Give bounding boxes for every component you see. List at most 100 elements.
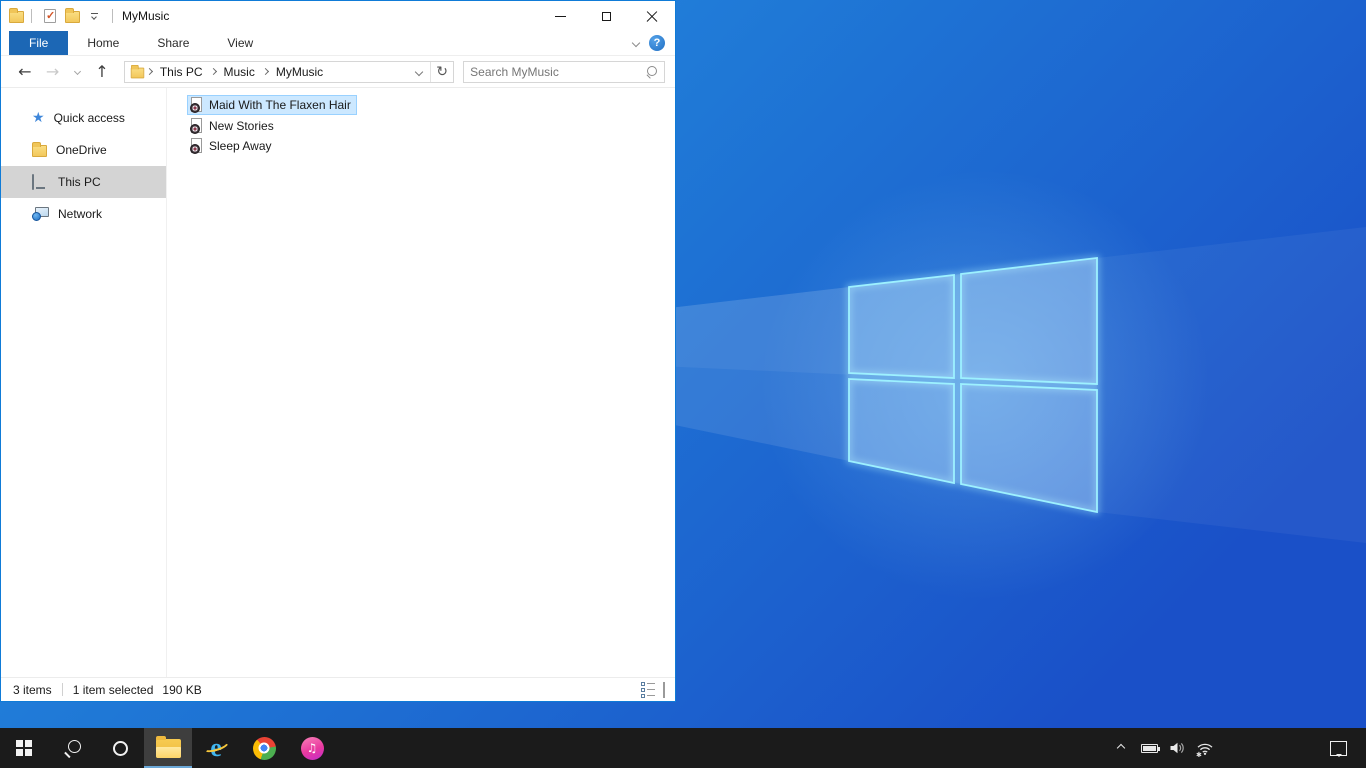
chevron-down-icon <box>73 67 81 76</box>
search-icon[interactable] <box>645 65 658 78</box>
onedrive-folder-icon <box>32 142 47 157</box>
up-button[interactable]: ↑ <box>88 59 116 85</box>
chevron-down-icon <box>414 67 424 76</box>
file-name: New Stories <box>209 118 274 133</box>
no-internet-indicator: ✱ <box>1196 752 1202 759</box>
taskbar-itunes-button[interactable]: ♫ <box>288 728 336 768</box>
close-icon <box>646 10 658 22</box>
volume-tray-button[interactable] <box>1166 728 1188 768</box>
ribbon-tab-bar: File Home Share View ? <box>1 31 675 56</box>
search-box <box>463 60 665 83</box>
properties-check-icon: ✓ <box>44 9 56 23</box>
cortana-button[interactable] <box>96 728 144 768</box>
address-bar[interactable]: This PC Music MyMusic ↻ <box>123 60 455 83</box>
sidebar-item-label: This PC <box>58 175 101 189</box>
qat-customize-dropdown[interactable] <box>83 4 105 28</box>
refresh-button[interactable]: ↻ <box>431 62 453 82</box>
address-dropdown-button[interactable] <box>408 62 430 82</box>
breadcrumb-chevron-icon[interactable] <box>261 67 270 76</box>
file-name: Maid With The Flaxen Hair <box>209 98 351 112</box>
file-name: Sleep Away <box>209 139 272 153</box>
show-hidden-icons-button[interactable] <box>1110 728 1132 768</box>
titlebar-separator <box>31 9 32 23</box>
back-button[interactable]: ← <box>11 59 39 85</box>
tab-home[interactable]: Home <box>68 31 138 55</box>
sidebar-item-network[interactable]: Network <box>1 198 166 230</box>
network-tray-button[interactable]: ✱ <box>1194 728 1216 768</box>
start-button[interactable] <box>0 728 48 768</box>
recent-locations-dropdown[interactable] <box>66 59 88 85</box>
details-view-icon <box>641 681 655 698</box>
system-tray: ✱ <box>1110 728 1216 768</box>
expand-ribbon-icon[interactable] <box>631 38 641 48</box>
minimize-button[interactable] <box>537 1 583 31</box>
titlebar-separator <box>112 9 113 23</box>
up-icon: ↑ <box>95 61 109 81</box>
taskbar-internet-explorer-button[interactable]: e <box>192 728 240 768</box>
sidebar-item-quick-access[interactable]: ★ Quick access <box>1 102 166 134</box>
battery-tray-button[interactable] <box>1138 728 1160 768</box>
windows-logo-icon <box>16 740 32 756</box>
this-pc-monitor-icon <box>32 174 49 190</box>
audio-file-icon <box>190 97 204 113</box>
network-globe-icon <box>32 207 49 221</box>
action-center-button[interactable] <box>1318 728 1358 768</box>
address-folder-icon <box>130 64 145 78</box>
selection-count: 1 item selected <box>72 682 154 697</box>
forward-button[interactable]: → <box>39 59 67 85</box>
new-folder-icon <box>64 8 80 23</box>
cortana-icon <box>112 740 128 756</box>
tab-share[interactable]: Share <box>138 31 208 55</box>
volume-icon <box>1170 742 1184 754</box>
taskbar: e ♫ ✱ <box>0 728 1366 768</box>
window-folder-icon <box>9 8 24 23</box>
file-explorer-icon <box>155 735 181 758</box>
large-icons-view-button[interactable] <box>663 681 665 698</box>
qat-properties-button[interactable]: ✓ <box>39 4 61 28</box>
action-center-icon <box>1329 740 1347 757</box>
selection-size: 190 KB <box>162 682 202 697</box>
sidebar-item-label: Quick access <box>53 111 125 125</box>
file-list[interactable]: Maid With The Flaxen Hair New Stories Sl… <box>167 88 675 677</box>
quick-access-star-icon: ★ <box>32 110 45 126</box>
maximize-button[interactable] <box>583 1 629 31</box>
itunes-icon: ♫ <box>300 736 324 760</box>
search-icon <box>64 739 81 757</box>
navigation-pane: ★ Quick access OneDrive This PC Network <box>1 88 167 677</box>
sidebar-item-label: Network <box>58 207 103 221</box>
chevron-up-icon <box>1116 743 1126 753</box>
taskbar-chrome-button[interactable] <box>240 728 288 768</box>
taskbar-file-explorer-button[interactable] <box>144 728 192 768</box>
window-title: MyMusic <box>122 9 170 23</box>
tab-view[interactable]: View <box>208 31 272 55</box>
help-button[interactable]: ? <box>649 35 665 51</box>
sidebar-item-onedrive[interactable]: OneDrive <box>1 134 166 166</box>
qat-new-folder-button[interactable] <box>61 4 83 28</box>
details-view-button[interactable] <box>641 681 655 698</box>
tab-file[interactable]: File <box>9 31 69 55</box>
taskbar-search-button[interactable] <box>48 728 96 768</box>
internet-explorer-icon: e <box>200 735 232 761</box>
forward-icon: → <box>45 61 60 81</box>
sidebar-item-this-pc[interactable]: This PC <box>1 166 166 198</box>
breadcrumb-this-pc[interactable]: This PC <box>154 62 209 82</box>
breadcrumb-chevron-icon[interactable] <box>209 67 218 76</box>
file-item-new-stories[interactable]: New Stories <box>187 116 280 136</box>
file-item-maid-with-the-flaxen-hair[interactable]: Maid With The Flaxen Hair <box>187 95 357 115</box>
audio-file-icon <box>190 138 204 154</box>
back-icon: ← <box>18 61 32 81</box>
breadcrumb-mymusic[interactable]: MyMusic <box>270 62 329 82</box>
navigation-bar: ← → ↑ This PC Music MyMusic ↻ <box>1 56 675 88</box>
sidebar-item-label: OneDrive <box>56 143 107 157</box>
status-divider <box>61 683 63 696</box>
minimize-icon <box>554 15 566 17</box>
breadcrumb-chevron-icon[interactable] <box>145 67 154 76</box>
close-button[interactable] <box>629 1 675 31</box>
item-count: 3 items <box>13 682 52 697</box>
breadcrumb-music[interactable]: Music <box>218 62 261 82</box>
search-input[interactable] <box>470 64 645 79</box>
large-icons-view-icon <box>663 681 665 698</box>
status-bar: 3 items 1 item selected 190 KB <box>1 677 675 701</box>
explorer-window: ✓ MyMusic File Home Share View ? ← → ↑ T… <box>0 0 676 702</box>
file-item-sleep-away[interactable]: Sleep Away <box>187 136 278 156</box>
